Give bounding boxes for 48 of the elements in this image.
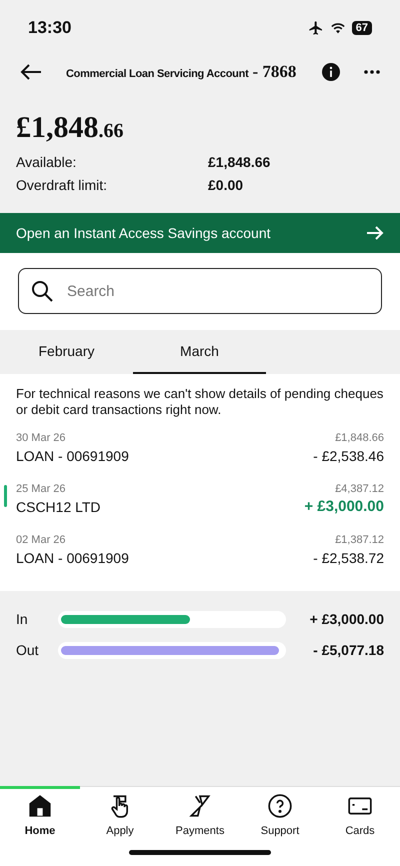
account-title: Commercial Loan Servicing Account <box>66 67 248 82</box>
transaction-date: 25 Mar 26 <box>16 482 67 497</box>
summary-label: In <box>16 610 29 628</box>
transaction-date: 02 Mar 26 <box>16 533 67 548</box>
transaction-row[interactable]: 25 Mar 26 CSCH12 LTD £4,387.12 + £3,000.00 <box>16 481 384 532</box>
arrows-icon <box>187 793 213 820</box>
banner-text: Open an Instant Access Savings account <box>16 224 270 243</box>
savings-banner[interactable]: Open an Instant Access Savings account <box>0 213 400 253</box>
summary-label: Out <box>16 640 40 660</box>
nav-tab[interactable]: Payments <box>160 786 240 844</box>
summary-amount: + £3,000.00 <box>308 610 384 628</box>
balance-label: Overdraft limit: <box>16 176 108 195</box>
more-icon[interactable] <box>364 70 380 74</box>
transaction-amount: + £3,000.00 <box>304 497 384 517</box>
transaction-name: LOAN - 00691909 <box>16 447 129 466</box>
balance-value: £0.00 <box>208 176 244 195</box>
home-icon <box>27 793 53 820</box>
status-time: 13:30 <box>28 17 72 40</box>
nav-tab[interactable]: Apply <box>80 786 160 844</box>
battery-level: 67 <box>352 21 372 35</box>
notice-text: For technical reasons we can't show details of pending cheques or debit card transactions right now. <box>16 386 384 418</box>
back-arrow-icon[interactable] <box>20 63 42 81</box>
nav-tab[interactable]: Home <box>0 786 80 844</box>
airplane-icon <box>308 20 324 36</box>
search-icon <box>30 279 54 303</box>
summary-amount: - £5,077.18 <box>312 640 384 660</box>
info-icon[interactable] <box>322 63 340 81</box>
transaction-amount: - £2,538.46 <box>313 447 384 466</box>
right-arrow-icon <box>366 225 384 241</box>
transaction-row[interactable]: 30 Mar 26 LOAN - 00691909 £1,848.66 - £2,538.46 <box>16 430 384 481</box>
wifi-icon <box>330 21 346 35</box>
account-number: - 7868 <box>252 61 296 84</box>
transaction-amount: - £2,538.72 <box>313 549 384 568</box>
running-balance: £1,848.66 <box>335 431 384 446</box>
transaction-name: CSCH12 LTD <box>16 498 101 517</box>
month-tab[interactable]: February <box>0 330 133 374</box>
balance-amount: £1,848.66 <box>16 110 124 146</box>
balance-value: £1,848.66 <box>208 153 270 172</box>
transaction-row[interactable]: 02 Mar 26 LOAN - 00691909 £1,387.12 - £2,538.72 <box>16 532 384 583</box>
transaction-date: 30 Mar 26 <box>16 431 67 446</box>
nav-tab[interactable]: Cards <box>320 786 400 844</box>
running-balance: £1,387.12 <box>335 533 384 548</box>
help-icon <box>267 793 293 820</box>
balance-label: Available: <box>16 153 78 172</box>
transaction-name: LOAN - 00691909 <box>16 549 129 568</box>
search-field[interactable]: Search <box>18 268 382 314</box>
running-balance: £4,387.12 <box>335 482 384 497</box>
nav-tab[interactable]: Support <box>240 786 320 844</box>
